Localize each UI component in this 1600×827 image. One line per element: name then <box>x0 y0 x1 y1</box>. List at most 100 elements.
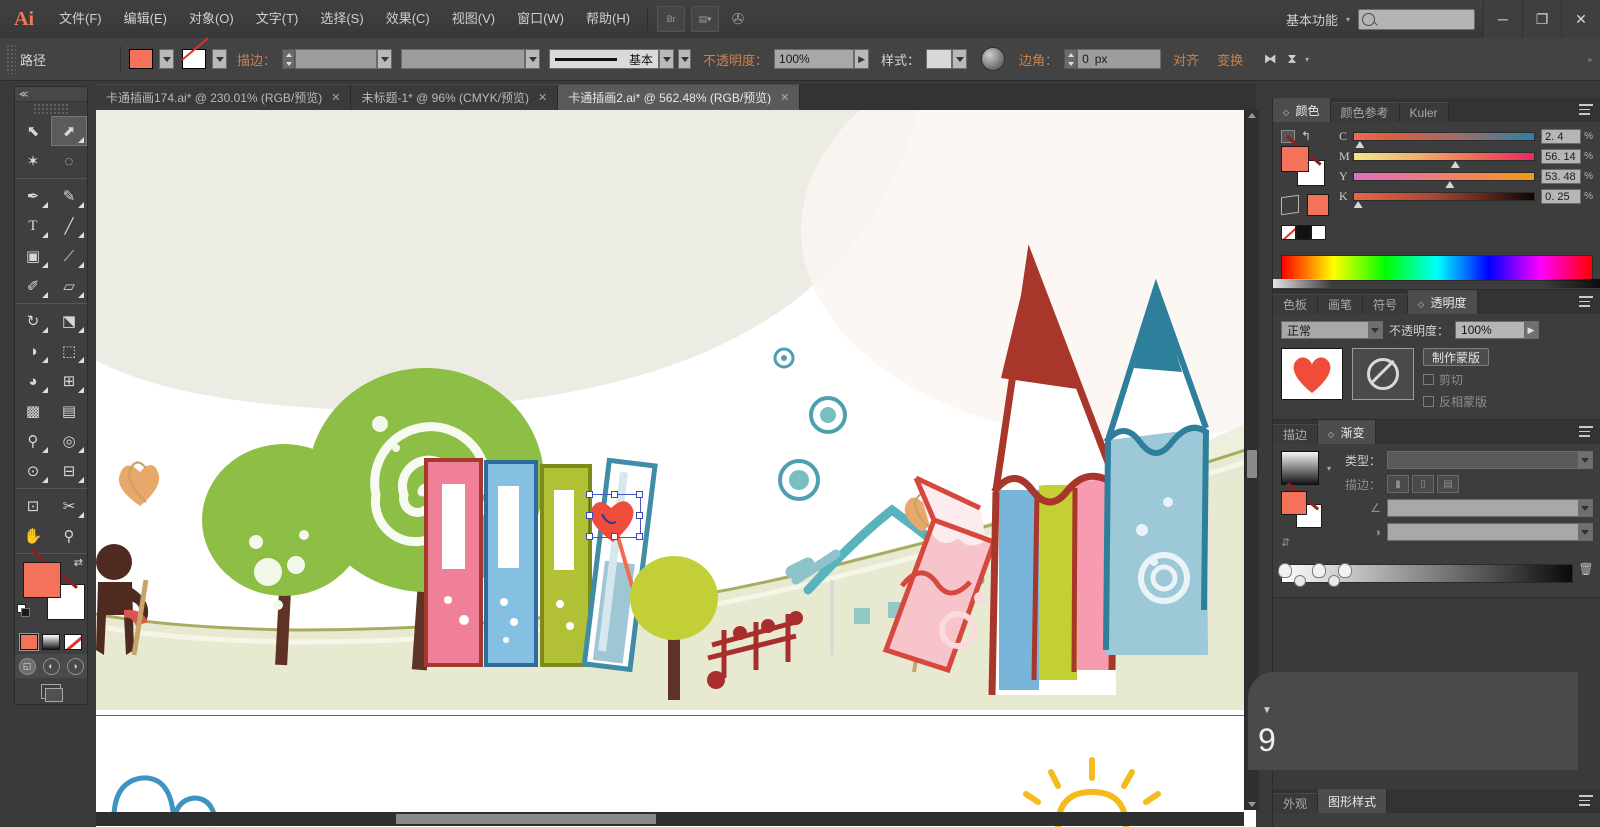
free-transform-tool[interactable]: ⬚ <box>51 336 87 366</box>
slider-black-track[interactable] <box>1353 192 1536 208</box>
slider-yellow-value[interactable]: 53. 48 <box>1541 169 1582 184</box>
tab-gradient[interactable]: ◇ 渐变 <box>1318 420 1376 444</box>
stroke-weight-stepper[interactable] <box>282 49 296 69</box>
stroke-control[interactable] <box>182 49 227 69</box>
shape-builder-tool[interactable]: ◕ <box>15 366 51 396</box>
eraser-tool[interactable]: ▱ <box>51 271 87 301</box>
opacity-label[interactable]: 不透明度： <box>703 50 768 69</box>
transform-button[interactable]: 变换 <box>1217 50 1243 69</box>
selection-handle-mr[interactable] <box>636 512 643 519</box>
corner-radius-input[interactable]: 0 px <box>1077 49 1162 69</box>
corner-label[interactable]: 边角： <box>1019 50 1058 69</box>
tools-panel-header[interactable]: ≪ <box>15 87 87 102</box>
stroke-dropdown[interactable] <box>212 49 227 69</box>
clip-checkbox[interactable] <box>1423 374 1434 385</box>
align-button[interactable]: 对齐 <box>1173 50 1199 69</box>
white-swatch[interactable] <box>1311 225 1326 240</box>
stroke-swatch[interactable] <box>182 49 206 69</box>
column-graph-tool[interactable]: ⊟ <box>51 456 87 486</box>
canvas-below-artboard[interactable] <box>96 716 1256 827</box>
slider-magenta-value[interactable]: 56. 14 <box>1541 149 1582 164</box>
delete-stop-icon[interactable]: 🗑 <box>1578 561 1593 577</box>
pencil-tool[interactable]: ✐ <box>15 271 51 301</box>
document-tab-1[interactable]: 卡通插画174.ai* @ 230.01% (RGB/预览) ✕ <box>96 84 352 110</box>
stroke-gradient-along-icon[interactable]: ▯ <box>1412 475 1434 493</box>
slider-cyan-track[interactable] <box>1353 132 1536 148</box>
selection-tool[interactable]: ⬉ <box>15 116 51 146</box>
brush-definition-dropdown[interactable] <box>659 49 675 69</box>
menu-edit[interactable]: 编辑(E) <box>113 0 178 38</box>
tab-stroke[interactable]: 描边 <box>1273 424 1319 444</box>
scroll-up-icon[interactable] <box>1248 113 1256 118</box>
gradient-preview-swatch[interactable] <box>1281 451 1319 485</box>
fill-swatch[interactable] <box>129 49 153 69</box>
curvature-tool[interactable]: ✎ <box>51 181 87 211</box>
stroke-weight-dropdown[interactable] <box>377 49 393 69</box>
bridge-icon[interactable]: Br <box>657 6 686 32</box>
close-icon[interactable]: ✕ <box>538 91 547 104</box>
menu-type[interactable]: 文字(T) <box>245 0 310 38</box>
blend-mode-select[interactable]: 正常 <box>1281 321 1383 339</box>
none-swatch[interactable] <box>1281 225 1296 240</box>
clip-checkbox-row[interactable]: 剪切 <box>1423 371 1489 388</box>
zoom-tool[interactable]: ⚲ <box>51 521 87 551</box>
draw-normal-icon[interactable]: ◱ <box>18 657 36 675</box>
stroke-weight-input[interactable] <box>295 49 378 69</box>
selection-handle-bl[interactable] <box>586 533 593 540</box>
control-bar-overflow[interactable]: » <box>1586 55 1600 64</box>
artboard-tool[interactable]: ⊡ <box>15 491 51 521</box>
search-input[interactable] <box>1358 8 1475 30</box>
opacity-mask-thumbnail[interactable] <box>1352 348 1414 400</box>
tab-color-guide[interactable]: 颜色参考 <box>1330 102 1400 122</box>
gradient-midpoint-2[interactable] <box>1328 575 1340 587</box>
panel-menu-icon[interactable] <box>1579 295 1595 308</box>
direct-selection-tool[interactable]: ⬈ <box>51 116 87 146</box>
menu-object[interactable]: 对象(O) <box>178 0 245 38</box>
line-segment-tool[interactable]: ╱ <box>51 211 87 241</box>
panel-menu-icon[interactable] <box>1579 794 1595 807</box>
blend-tool[interactable]: ◎ <box>51 426 87 456</box>
gradient-swatch-button[interactable] <box>42 634 60 650</box>
fill-dropdown[interactable] <box>159 49 174 69</box>
menu-view[interactable]: 视图(V) <box>441 0 506 38</box>
rectangle-tool[interactable]: ▣ <box>15 241 51 271</box>
tab-swatches[interactable]: 色板 <box>1273 294 1319 314</box>
tab-brushes[interactable]: 画笔 <box>1318 294 1364 314</box>
minimize-button[interactable]: ─ <box>1483 0 1522 38</box>
tab-kuler[interactable]: Kuler <box>1399 102 1449 122</box>
brush-extra-dropdown[interactable] <box>678 49 692 69</box>
mesh-tool[interactable]: ▩ <box>15 396 51 426</box>
gradient-slider[interactable] <box>1278 563 1573 587</box>
gradient-fill-swatch[interactable] <box>1281 491 1307 515</box>
document-canvas[interactable] <box>96 110 1256 827</box>
artwork-thumbnail[interactable] <box>1281 348 1343 400</box>
gradient-stop-mid2[interactable] <box>1338 563 1352 578</box>
gradient-stop-mid[interactable] <box>1312 563 1326 578</box>
gradient-angle-input[interactable] <box>1387 499 1593 517</box>
gradient-midpoint-1[interactable] <box>1294 575 1306 587</box>
selection-handle-ml[interactable] <box>586 512 593 519</box>
eyedropper-tool[interactable]: ⚲ <box>15 426 51 456</box>
invert-mask-checkbox[interactable] <box>1423 396 1434 407</box>
horizontal-scrollbar[interactable] <box>96 812 1244 826</box>
isolate-selected-icon[interactable]: ⧓ <box>1259 49 1281 69</box>
slider-black-value[interactable]: 0. 25 <box>1541 189 1582 204</box>
menu-file[interactable]: 文件(F) <box>48 0 113 38</box>
menu-help[interactable]: 帮助(H) <box>575 0 641 38</box>
slider-cyan-value[interactable]: 2. 4 <box>1541 129 1582 144</box>
slice-tool[interactable]: ✂ <box>51 491 87 521</box>
horizontal-scroll-thumb[interactable] <box>396 814 656 824</box>
maximize-button[interactable]: ❐ <box>1522 0 1561 38</box>
gradient-stop-start[interactable] <box>1278 563 1292 578</box>
selection-handle-tm[interactable] <box>611 491 618 498</box>
screen-mode-button[interactable] <box>15 678 87 704</box>
draw-inside-icon[interactable]: ◑ <box>66 657 84 675</box>
lasso-tool[interactable]: ◌ <box>51 146 87 176</box>
artboard[interactable] <box>96 110 1256 710</box>
tab-color[interactable]: ◇ 颜色 <box>1273 98 1331 122</box>
close-icon[interactable]: ✕ <box>780 91 789 104</box>
menu-effect[interactable]: 效果(C) <box>375 0 441 38</box>
graphic-style-dropdown[interactable] <box>952 49 968 69</box>
panel-menu-icon[interactable] <box>1579 425 1595 438</box>
spot-color-swatch[interactable] <box>1307 194 1329 216</box>
